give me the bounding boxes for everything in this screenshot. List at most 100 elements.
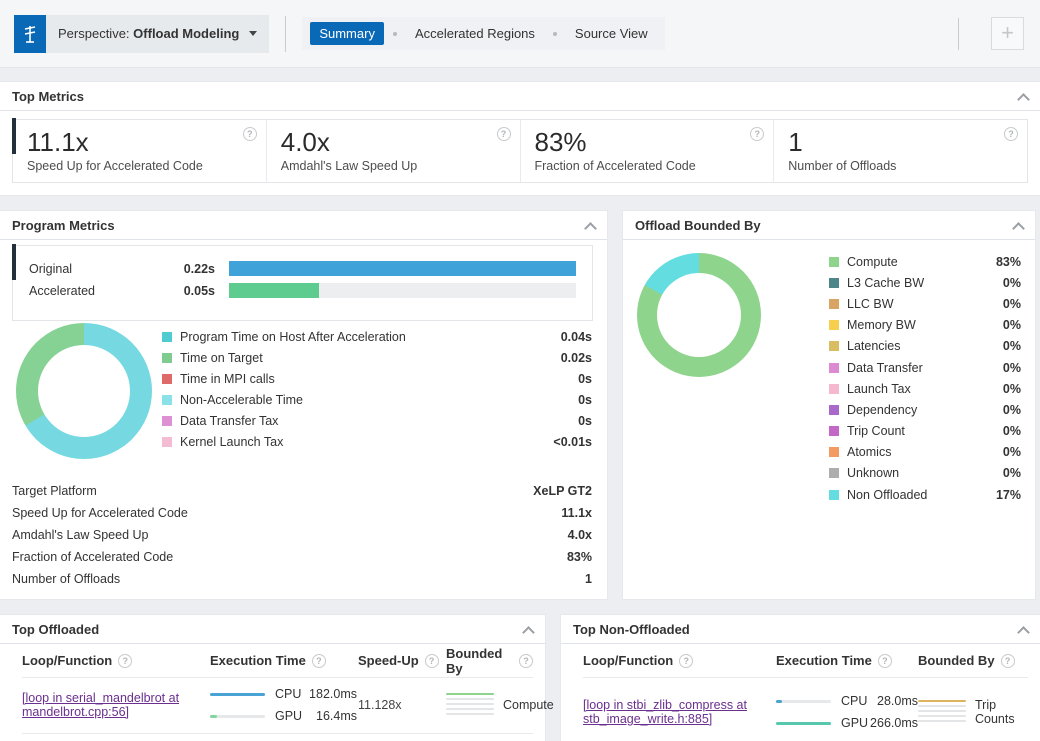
bar-row-original: Original 0.22s	[29, 261, 576, 276]
accelerated-time-bar	[229, 283, 319, 298]
top-metrics-title: Top Metrics	[12, 89, 84, 104]
legend-swatch	[162, 353, 172, 363]
collapse-chevron-icon[interactable]	[586, 221, 595, 230]
add-button[interactable]: +	[991, 17, 1024, 50]
legend-swatch	[829, 299, 839, 309]
collapse-chevron-icon[interactable]	[524, 625, 533, 634]
top-metrics-panel: Top Metrics 11.1x Speed Up for Accelerat…	[0, 81, 1040, 196]
legend-swatch	[829, 320, 839, 330]
legend-item: Time on Target0.02s	[162, 347, 592, 368]
metric-card-offloads: 1 Number of Offloads ?	[774, 120, 1027, 182]
help-icon[interactable]: ?	[519, 654, 533, 668]
help-icon[interactable]: ?	[118, 654, 132, 668]
help-icon[interactable]: ?	[1004, 127, 1018, 141]
column-header: Bounded By	[446, 646, 513, 676]
legend-swatch	[162, 395, 172, 405]
tab-source-view[interactable]: Source View	[566, 22, 657, 45]
column-header: Loop/Function	[583, 653, 673, 668]
collapse-chevron-icon[interactable]	[1019, 92, 1028, 101]
help-icon[interactable]: ?	[497, 127, 511, 141]
collapse-chevron-icon[interactable]	[1014, 221, 1023, 230]
cpu-time-bar	[210, 693, 265, 696]
legend-swatch	[162, 374, 172, 384]
legend-item: Program Time on Host After Acceleration0…	[162, 326, 592, 347]
table-row: [loop in serial_mandelbrot at mandelbrot…	[22, 678, 533, 734]
legend-item: Non-Accelerable Time0s	[162, 389, 592, 410]
legend-swatch	[829, 426, 839, 436]
metric-label: Speed Up for Accelerated Code	[27, 159, 254, 173]
metric-card-amdahl: 4.0x Amdahl's Law Speed Up ?	[267, 120, 521, 182]
legend-item: Non Offloaded17%	[829, 484, 1021, 505]
legend-item: Data Transfer0%	[829, 357, 1021, 378]
help-icon[interactable]: ?	[878, 654, 892, 668]
legend-swatch	[829, 341, 839, 351]
loop-function-link[interactable]: [loop in serial_mandelbrot at mandelbrot…	[22, 691, 197, 719]
offload-bounded-title: Offload Bounded By	[635, 218, 761, 233]
table-header: Loop/Function? Execution Time? Bounded B…	[583, 644, 1028, 678]
detail-row: Target PlatformXeLP GT2	[12, 480, 592, 502]
program-time-donut-chart	[16, 323, 152, 459]
perspective-label: Perspective: Offload Modeling	[46, 26, 249, 41]
focus-accent-bar	[12, 244, 16, 280]
collapse-chevron-icon[interactable]	[1019, 625, 1028, 634]
gpu-time-bar	[776, 722, 831, 725]
bar-row-accelerated: Accelerated 0.05s	[29, 283, 576, 298]
tab-accelerated-regions[interactable]: Accelerated Regions	[406, 22, 544, 45]
program-time-legend: Program Time on Host After Acceleration0…	[162, 326, 592, 452]
column-header: Loop/Function	[22, 653, 112, 668]
metric-label: Number of Offloads	[788, 159, 1015, 173]
legend-swatch	[829, 468, 839, 478]
offload-bounded-legend: Compute83% L3 Cache BW0% LLC BW0% Memory…	[829, 251, 1021, 505]
help-icon[interactable]: ?	[312, 654, 326, 668]
loop-function-link[interactable]: [loop in stbi_zlib_compress at stb_image…	[583, 698, 758, 726]
legend-item: Trip Count0%	[829, 421, 1021, 442]
help-icon[interactable]: ?	[750, 127, 764, 141]
chevron-down-icon	[249, 31, 257, 36]
metric-value: 1	[788, 127, 1015, 158]
legend-item: Time in MPI calls0s	[162, 368, 592, 389]
metric-cards: 11.1x Speed Up for Accelerated Code ? 4.…	[12, 119, 1028, 183]
legend-swatch	[829, 384, 839, 394]
program-metrics-panel: Program Metrics Original 0.22s Accelerat…	[0, 210, 608, 600]
toolbar-divider	[958, 18, 959, 50]
program-metrics-title: Program Metrics	[12, 218, 115, 233]
metric-value: 4.0x	[281, 127, 508, 158]
cpu-time-bar	[776, 700, 782, 703]
top-non-offloaded-panel: Top Non-Offloaded Loop/Function? Executi…	[560, 614, 1040, 741]
help-icon[interactable]: ?	[425, 654, 439, 668]
top-offloaded-panel: Top Offloaded Loop/Function? Execution T…	[0, 614, 546, 741]
help-icon[interactable]: ?	[243, 127, 257, 141]
metric-card-fraction: 83% Fraction of Accelerated Code ?	[521, 120, 775, 182]
help-icon[interactable]: ?	[679, 654, 693, 668]
legend-item: LLC BW0%	[829, 293, 1021, 314]
time-comparison-chart: Original 0.22s Accelerated 0.05s	[12, 245, 593, 321]
column-header: Execution Time	[210, 653, 306, 668]
column-header: Speed-Up	[358, 653, 419, 668]
bounded-by-cell: Compute	[446, 693, 554, 718]
perspective-selector[interactable]: Perspective: Offload Modeling	[14, 15, 269, 53]
column-header: Bounded By	[918, 653, 995, 668]
speedup-value: 11.128x	[358, 698, 446, 712]
legend-item: Atomics0%	[829, 442, 1021, 463]
legend-item: Unknown0%	[829, 463, 1021, 484]
legend-item: Latencies0%	[829, 336, 1021, 357]
program-metrics-details: Target PlatformXeLP GT2 Speed Up for Acc…	[12, 480, 592, 590]
legend-swatch	[829, 363, 839, 373]
tab-summary[interactable]: Summary	[310, 22, 384, 45]
tab-separator-dot	[553, 32, 557, 36]
legend-item: Kernel Launch Tax<0.01s	[162, 431, 592, 452]
top-non-offloaded-title: Top Non-Offloaded	[573, 622, 690, 637]
bounded-by-mini-chart	[918, 700, 966, 725]
metric-label: Amdahl's Law Speed Up	[281, 159, 508, 173]
advisor-logo-icon	[14, 15, 46, 53]
legend-swatch	[829, 257, 839, 267]
legend-swatch	[829, 490, 839, 500]
legend-item: Launch Tax0%	[829, 378, 1021, 399]
legend-item: L3 Cache BW0%	[829, 272, 1021, 293]
legend-swatch	[829, 278, 839, 288]
detail-row: Speed Up for Accelerated Code11.1x	[12, 502, 592, 524]
bounded-by-mini-chart	[446, 693, 494, 718]
toolbar-divider	[285, 16, 286, 52]
table-header: Loop/Function? Execution Time? Speed-Up?…	[22, 644, 533, 678]
help-icon[interactable]: ?	[1001, 654, 1015, 668]
